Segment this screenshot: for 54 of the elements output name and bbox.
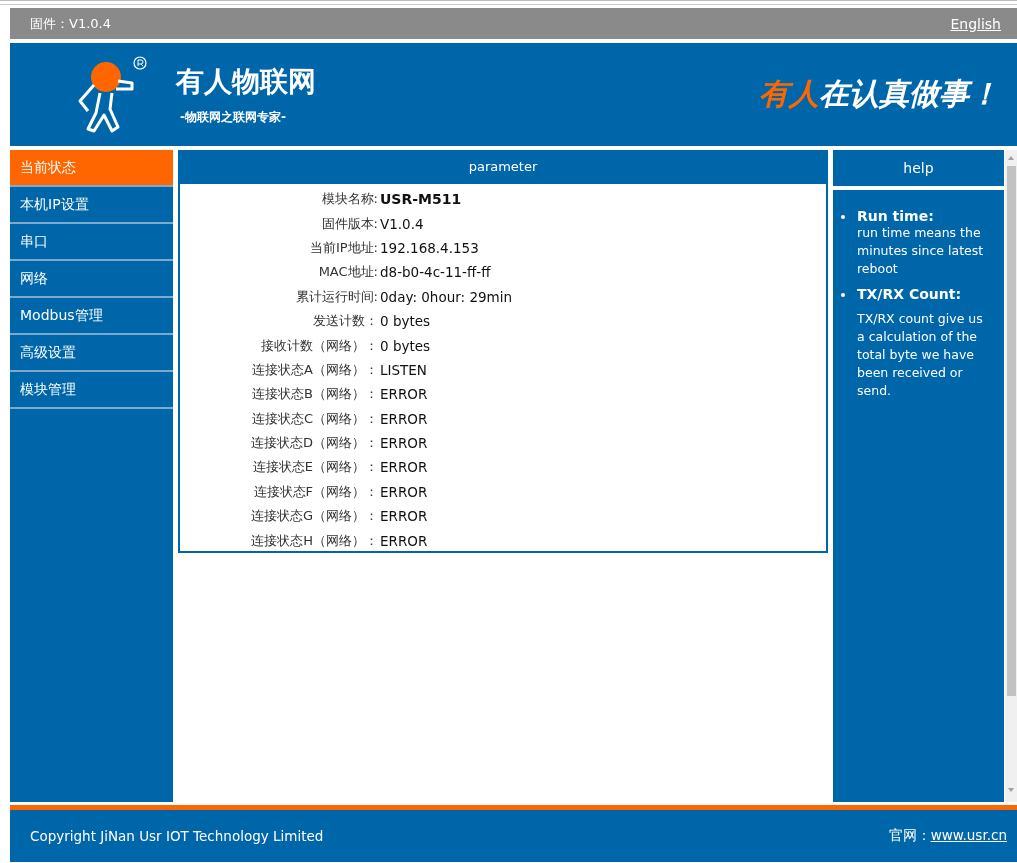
brand-tagline: -物联网之联网专家- (180, 109, 287, 126)
sidebar-item[interactable]: 网络 (10, 261, 173, 298)
parameter-value: 0 bytes (379, 337, 431, 354)
parameter-label: 连接状态G（网络）： (249, 507, 378, 526)
slogan-highlight: 有人 (759, 76, 819, 111)
parameter-label: 模块名称: (320, 190, 378, 209)
parameter-label: 连接状态B（网络）： (251, 385, 378, 404)
parameter-label: MAC地址: (317, 263, 378, 282)
parameter-label: 当前IP地址: (308, 238, 378, 257)
parameter-value: V1.0.4 (379, 215, 424, 232)
language-link[interactable]: English (950, 15, 1001, 32)
site-link[interactable]: www.usr.cn (930, 827, 1007, 843)
parameter-label: 发送计数： (312, 312, 378, 331)
slogan-text: 在认真做事！ (819, 76, 999, 111)
help-title: help (833, 150, 1004, 186)
parameter-label: 连接状态D（网络）： (250, 434, 378, 453)
help-text: TX/RX count give us a calculation of the total byte we have been received or send. (857, 310, 984, 400)
help-term: Run time: (857, 208, 935, 224)
sidebar-item[interactable]: 串口 (10, 224, 173, 261)
bullet-icon (841, 293, 845, 297)
sidebar-item[interactable]: Modbus管理 (10, 298, 173, 335)
parameter-value: LISTEN (379, 361, 427, 378)
parameter-value: ERROR (379, 459, 428, 476)
parameter-label: 接收计数（网络）： (260, 336, 378, 355)
parameter-label: 固件版本: (320, 214, 378, 233)
parameter-value: ERROR (379, 508, 428, 525)
parameter-label: 连接状态A（网络）： (251, 360, 378, 379)
firmware-version: 固件：V1.0.4 (30, 14, 111, 33)
help-text: run time means the minutes since latest reboot (857, 224, 985, 278)
parameter-label: 连接状态F（网络）： (252, 482, 378, 501)
parameter-value: 192.168.4.153 (379, 239, 479, 256)
copyright-text: Copyright JiNan Usr IOT Technology Limited (30, 828, 324, 844)
scrollbar[interactable] (1005, 150, 1017, 802)
parameter-label: 连接状态H（网络）： (250, 531, 378, 550)
parameter-value: ERROR (379, 483, 428, 500)
parameter-value: d8-b0-4c-11-ff-ff (379, 264, 491, 281)
parameter-value: 0 bytes (379, 313, 431, 330)
sidebar-item[interactable]: 模块管理 (10, 372, 173, 409)
parameter-value: ERROR (379, 410, 428, 427)
brand-name: 有人物联网 (176, 64, 316, 100)
parameter-value: USR-M511 (379, 191, 462, 208)
sidebar-item[interactable]: 本机IP设置 (10, 187, 173, 224)
help-term: TX/RX Count: (857, 286, 963, 302)
bullet-icon (841, 215, 845, 219)
panel-title: parameter (180, 152, 826, 184)
sidebar-item[interactable]: 高级设置 (10, 335, 173, 372)
parameter-label: 累计运行时间: (294, 287, 378, 306)
parameter-label: 连接状态C（网络）： (250, 409, 378, 428)
parameter-value: ERROR (379, 532, 428, 549)
site-label: 官网： (888, 827, 931, 843)
parameter-value: 0day: 0hour: 29min (379, 288, 513, 305)
parameter-label: 连接状态E（网络）： (251, 458, 378, 477)
parameter-value: ERROR (379, 435, 428, 452)
parameter-value: ERROR (379, 386, 428, 403)
